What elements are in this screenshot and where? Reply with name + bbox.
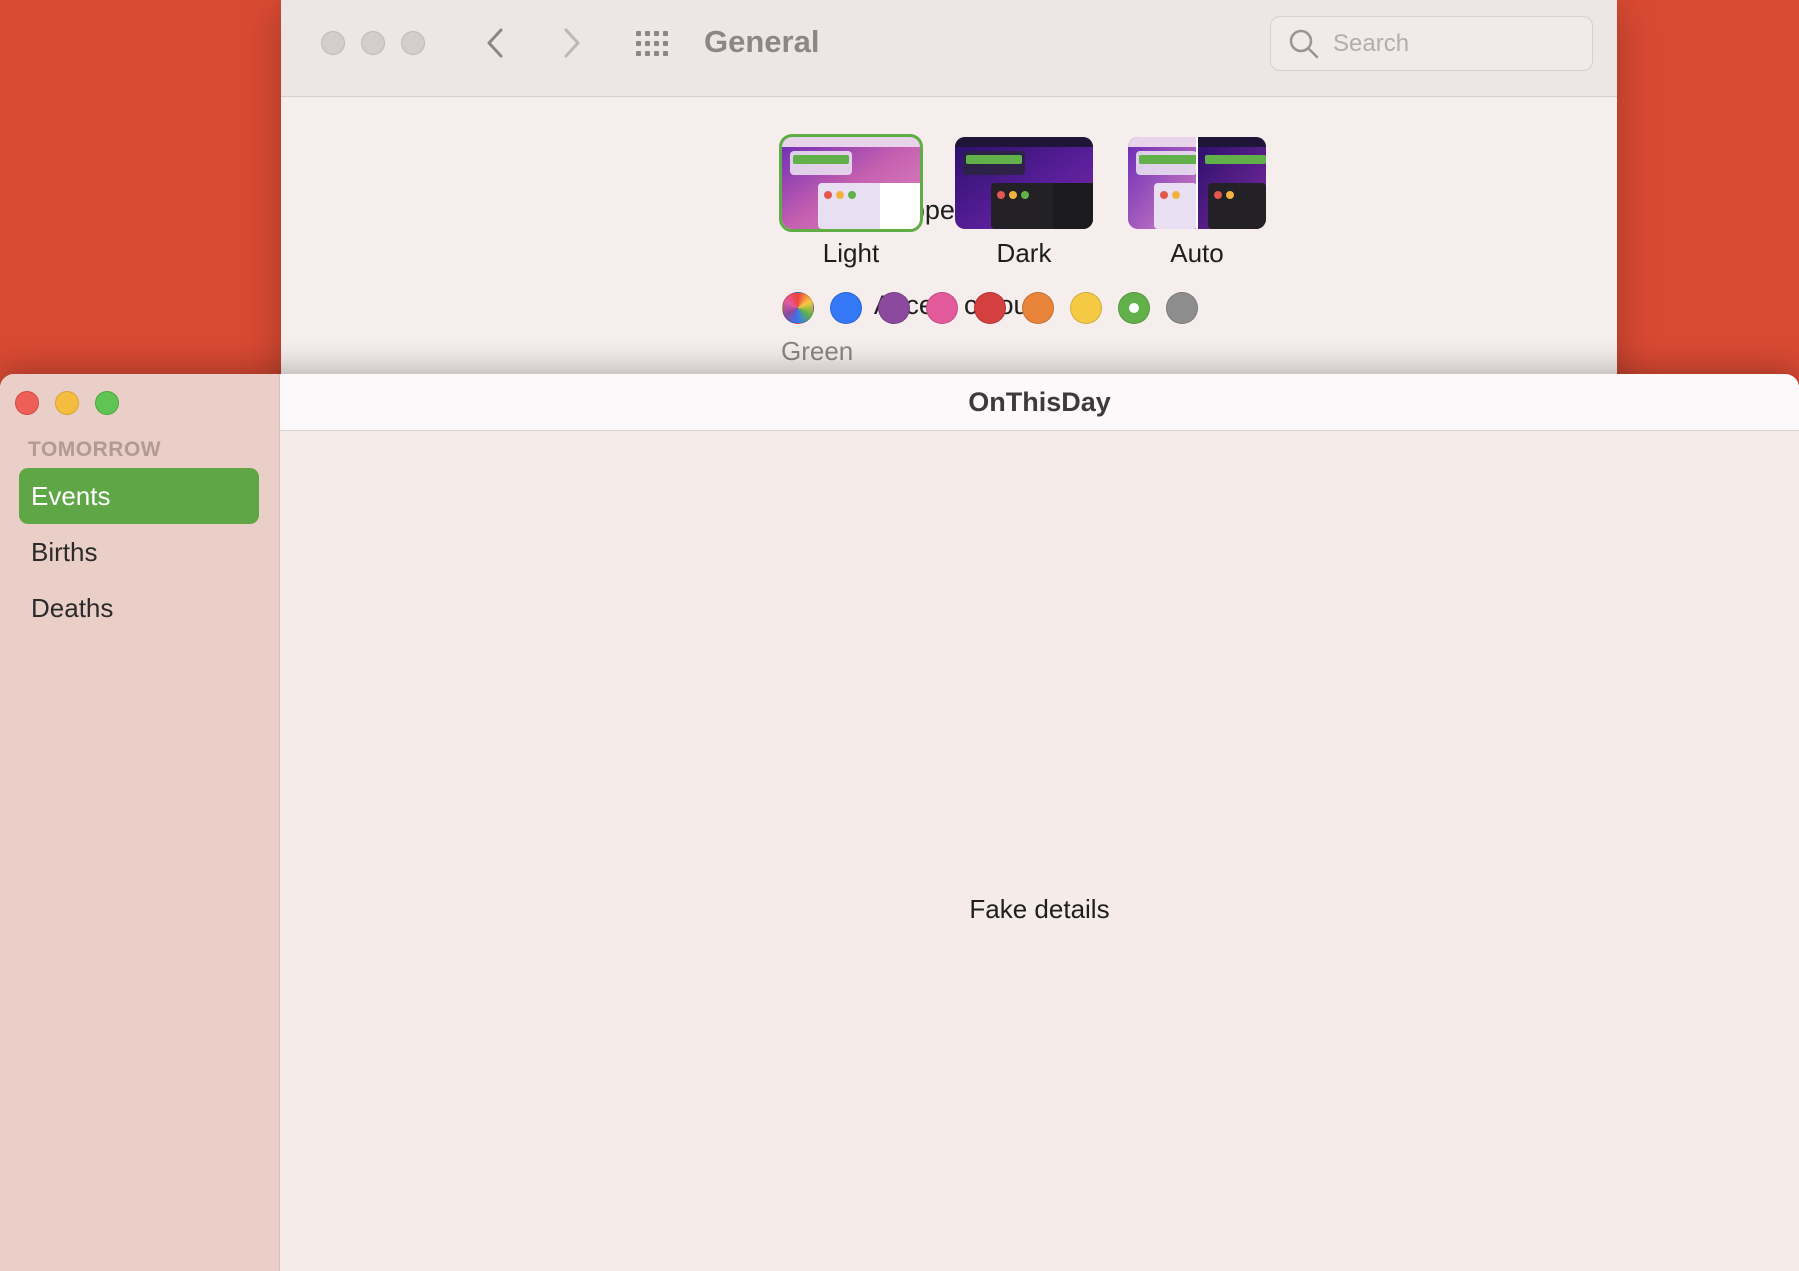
sidebar: TOMORROW Events Births Deaths xyxy=(0,374,280,1271)
accent-swatch-orange[interactable] xyxy=(1022,292,1054,324)
appearance-dark-thumbnail[interactable] xyxy=(955,137,1093,229)
selected-accent-name: Green xyxy=(781,336,854,366)
chevron-right-icon xyxy=(564,28,580,58)
detail-text: Fake details xyxy=(969,894,1110,924)
close-button[interactable] xyxy=(15,391,39,415)
accent-swatch-pink[interactable] xyxy=(926,292,958,324)
sidebar-item-events[interactable]: Events xyxy=(19,468,259,524)
search-field[interactable] xyxy=(1270,16,1593,71)
appearance-dark-label: Dark xyxy=(996,238,1052,268)
accent-swatch-yellow[interactable] xyxy=(1070,292,1102,324)
sidebar-item-births[interactable]: Births xyxy=(19,524,259,580)
window-title: OnThisDay xyxy=(968,387,1111,417)
accent-swatch-red[interactable] xyxy=(974,292,1006,324)
minimize-button-inactive[interactable] xyxy=(361,31,385,55)
sidebar-item-label: Events xyxy=(31,481,111,511)
accent-swatch-graphite[interactable] xyxy=(1166,292,1198,324)
back-button[interactable] xyxy=(476,20,516,66)
sidebar-section-heading: TOMORROW xyxy=(28,438,162,461)
appearance-light-thumbnail[interactable] xyxy=(779,134,923,232)
appearance-light-label: Light xyxy=(822,238,880,268)
search-input[interactable] xyxy=(1331,27,1575,61)
forward-button[interactable] xyxy=(551,20,591,66)
show-all-grid-icon[interactable] xyxy=(634,29,672,59)
onthisday-window: TOMORROW Events Births Deaths OnThisDay … xyxy=(0,374,1799,1271)
accent-swatch-green[interactable] xyxy=(1118,292,1150,324)
prefs-toolbar: General xyxy=(281,0,1617,97)
sidebar-item-label: Deaths xyxy=(31,593,114,623)
sidebar-item-label: Births xyxy=(31,537,98,567)
appearance-auto-thumbnail[interactable] xyxy=(1128,137,1266,229)
detail-pane: Fake details xyxy=(280,431,1799,1271)
search-icon xyxy=(1289,29,1319,59)
accent-swatch-multicolor[interactable] xyxy=(782,292,814,324)
zoom-button-inactive[interactable] xyxy=(401,31,425,55)
window-titlebar: OnThisDay xyxy=(280,374,1799,431)
appearance-auto-label: Auto xyxy=(1170,238,1224,268)
system-preferences-window: General Appearance: Light xyxy=(281,0,1617,400)
zoom-button[interactable] xyxy=(95,391,119,415)
chevron-left-icon xyxy=(487,28,503,58)
close-button-inactive[interactable] xyxy=(321,31,345,55)
prefs-window-title: General xyxy=(704,24,820,59)
sidebar-item-deaths[interactable]: Deaths xyxy=(19,580,259,636)
minimize-button[interactable] xyxy=(55,391,79,415)
accent-swatch-blue[interactable] xyxy=(830,292,862,324)
accent-swatch-purple[interactable] xyxy=(878,292,910,324)
